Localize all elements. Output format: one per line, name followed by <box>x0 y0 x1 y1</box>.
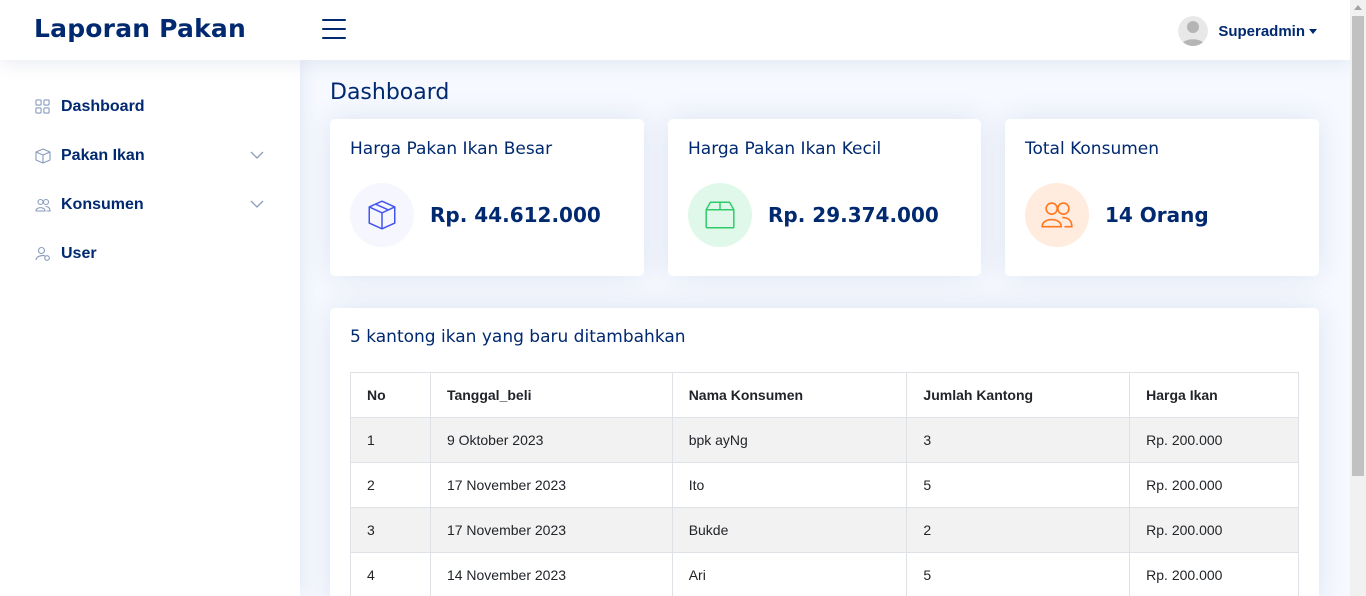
column-header: Nama Konsumen <box>671 372 908 418</box>
avatar <box>1178 16 1209 46</box>
table-cell: 5 <box>906 552 1131 596</box>
person-gear-icon <box>34 245 51 262</box>
table-row: 3 17 November 2023 Bukde 2 Rp. 200.000 <box>350 507 1299 553</box>
card-value: Rp. 29.374.000 <box>768 203 939 227</box>
sidebar-item-label: Pakan Ikan <box>61 146 145 164</box>
caret-down-icon <box>1309 28 1317 34</box>
card-title: Harga Pakan Ikan Kecil <box>688 139 882 159</box>
people-icon <box>34 196 51 213</box>
people-icon <box>1041 202 1073 228</box>
column-header: No <box>350 372 431 418</box>
table-cell: 14 November 2023 <box>429 552 673 596</box>
table-cell: 17 November 2023 <box>429 462 673 508</box>
card-value: Rp. 44.612.000 <box>430 203 601 227</box>
table-cell: Bukde <box>671 507 908 553</box>
chevron-down-icon <box>250 200 264 208</box>
page-title: Dashboard <box>330 80 450 105</box>
card-icon-circle <box>1025 183 1089 247</box>
info-card-pakan-besar: Harga Pakan Ikan Besar Rp. 44.612.000 <box>330 119 644 276</box>
card-value: 14 Orang <box>1105 203 1209 227</box>
profile-name: Superadmin <box>1218 22 1305 40</box>
column-header: Jumlah Kantong <box>906 372 1131 418</box>
profile-dropdown[interactable]: Superadmin <box>1178 16 1317 46</box>
table-cell: bpk ayNg <box>671 417 908 463</box>
table-cell: Rp. 200.000 <box>1129 552 1299 596</box>
sidebar: Dashboard Pakan Ikan Konsumen User <box>0 60 300 596</box>
table-cell: 3 <box>350 507 431 553</box>
card-title: Total Konsumen <box>1025 139 1160 159</box>
sidebar-item-user[interactable]: User <box>0 229 300 278</box>
table-cell: Ito <box>671 462 908 508</box>
table-cell: Rp. 200.000 <box>1129 507 1299 553</box>
table-cell: 2 <box>906 507 1131 553</box>
table-row: 1 9 Oktober 2023 bpk ayNg 3 Rp. 200.000 <box>350 417 1299 463</box>
brand-logo[interactable]: Laporan Pakan <box>34 14 246 43</box>
table-cell: Rp. 200.000 <box>1129 417 1299 463</box>
table-cell: 4 <box>350 552 431 596</box>
grid-icon <box>34 98 51 115</box>
sidebar-item-dashboard[interactable]: Dashboard <box>0 82 300 131</box>
top-header: Laporan Pakan Superadmin <box>0 0 1350 60</box>
table-cell: Ari <box>671 552 908 596</box>
table-cell: Rp. 200.000 <box>1129 462 1299 508</box>
scroll-up-arrow-icon[interactable] <box>1354 5 1362 10</box>
table-cell: 3 <box>906 417 1131 463</box>
table-cell: 17 November 2023 <box>429 507 673 553</box>
sidebar-item-label: Dashboard <box>61 97 145 115</box>
table-row: 4 14 November 2023 Ari 5 Rp. 200.000 <box>350 552 1299 596</box>
box-icon <box>368 200 396 230</box>
card-icon-circle <box>350 183 414 247</box>
info-card-total-konsumen: Total Konsumen 14 Orang <box>1005 119 1319 276</box>
sidebar-item-label: User <box>61 244 97 262</box>
info-card-pakan-kecil: Harga Pakan Ikan Kecil Rp. 29.374.000 <box>668 119 981 276</box>
page-scrollbar[interactable] <box>1350 0 1366 596</box>
table-cell: 5 <box>906 462 1131 508</box>
hamburger-line <box>322 28 346 30</box>
table-cell: 2 <box>350 462 431 508</box>
sidebar-item-pakan-ikan[interactable]: Pakan Ikan <box>0 131 300 180</box>
hamburger-line <box>322 19 346 21</box>
avatar-icon <box>1178 16 1209 46</box>
menu-toggle-button[interactable] <box>322 19 346 41</box>
table-title: 5 kantong ikan yang baru ditambahkan <box>350 327 686 347</box>
box-open-icon <box>705 201 735 229</box>
column-header: Harga Ikan <box>1129 372 1299 418</box>
hamburger-line <box>322 37 346 39</box>
table-cell: 9 Oktober 2023 <box>429 417 673 463</box>
chevron-down-icon <box>250 151 264 159</box>
sidebar-item-label: Konsumen <box>61 195 144 213</box>
table-row: 2 17 November 2023 Ito 5 Rp. 200.000 <box>350 462 1299 508</box>
table-cell: 1 <box>350 417 431 463</box>
card-icon-circle <box>688 183 752 247</box>
scrollbar-thumb[interactable] <box>1352 16 1364 476</box>
table-header-row: No Tanggal_beli Nama Konsumen Jumlah Kan… <box>350 372 1299 418</box>
sidebar-item-konsumen[interactable]: Konsumen <box>0 180 300 229</box>
column-header: Tanggal_beli <box>429 372 673 418</box>
recent-purchases-table: No Tanggal_beli Nama Konsumen Jumlah Kan… <box>350 372 1299 596</box>
box-icon <box>34 147 51 164</box>
card-title: Harga Pakan Ikan Besar <box>350 139 553 159</box>
recent-purchases-card: 5 kantong ikan yang baru ditambahkan No … <box>330 308 1319 596</box>
